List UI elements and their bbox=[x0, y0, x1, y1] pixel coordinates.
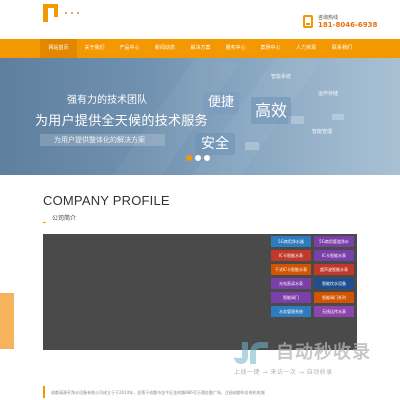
banner-line-2: 为用户提供全天候的技术服务 bbox=[35, 114, 208, 129]
product-tile[interactable]: IC卡智能水表 bbox=[314, 250, 354, 261]
watermark-tagline: 上线一键 → 来访一次 → 自动收录 bbox=[234, 369, 333, 376]
nav-item-news[interactable]: 新闻动态 bbox=[147, 39, 183, 58]
banner-word-efficient: 高效 bbox=[251, 97, 291, 124]
logo-dots bbox=[65, 12, 79, 14]
nav-item-contact[interactable]: 联系我们 bbox=[324, 39, 360, 58]
product-tile[interactable]: 智能阀门 bbox=[271, 292, 311, 303]
company-logo[interactable] bbox=[43, 4, 61, 24]
nav-item-home[interactable]: 网站首页 bbox=[40, 39, 77, 58]
product-tile[interactable]: 5G商用净水器 bbox=[271, 236, 311, 247]
banner-word-management: 智能管理 bbox=[312, 129, 333, 135]
logo-mark-right bbox=[54, 7, 58, 17]
banner-word-cloud: 运作存储 bbox=[318, 91, 339, 97]
product-tile[interactable]: 干式IC卡智能水表 bbox=[271, 264, 311, 275]
banner-tile bbox=[245, 142, 259, 150]
site-header: 咨询热线 181-8046-6938 bbox=[0, 0, 400, 39]
banner-word-convenient: 便捷 bbox=[203, 92, 239, 114]
product-tile[interactable]: 无线远传水表 bbox=[314, 306, 354, 317]
nav-item-about[interactable]: 关于我们 bbox=[77, 39, 112, 58]
nav-item-service[interactable]: 服务中心 bbox=[218, 39, 253, 58]
product-tile[interactable]: 5G商用管道净水 bbox=[314, 236, 354, 247]
nav-item-cases[interactable]: 案例中心 bbox=[253, 39, 288, 58]
main-nav: 网站首页 关于我们 产品中心 新闻动态 解决方案 服务中心 案例中心 人力资源 … bbox=[0, 39, 400, 58]
carousel-dot[interactable] bbox=[186, 155, 192, 161]
side-float-tab[interactable] bbox=[0, 293, 14, 349]
nav-item-solutions[interactable]: 解决方案 bbox=[183, 39, 218, 58]
product-tile[interactable]: 智能阀门系列 bbox=[314, 292, 354, 303]
product-tile[interactable]: 光电直读水表 bbox=[271, 278, 311, 289]
banner-line-1: 强有力的技术团队 bbox=[67, 95, 147, 106]
banner-line-3: 为用户提供整体化的解决方案 bbox=[54, 136, 145, 144]
product-tile[interactable]: 水务管理系统 bbox=[271, 306, 311, 317]
carousel-dot[interactable] bbox=[195, 155, 201, 161]
product-tile[interactable]: 智能饮水设备 bbox=[314, 278, 354, 289]
product-tile[interactable]: 超声波智能水表 bbox=[314, 264, 354, 275]
hotline: 咨询热线 181-8046-6938 bbox=[303, 14, 400, 34]
phone-icon bbox=[303, 15, 313, 28]
carousel-dots bbox=[186, 155, 210, 161]
section-subtitle: 公司简介 bbox=[52, 215, 77, 222]
watermark-logo-icon bbox=[231, 342, 273, 366]
section-accent-line bbox=[43, 222, 46, 223]
banner-tile bbox=[332, 114, 344, 120]
nav-item-hr[interactable]: 人力资源 bbox=[288, 39, 324, 58]
banner-word-secure: 安全 bbox=[195, 133, 235, 155]
nav-item-products[interactable]: 产品中心 bbox=[112, 39, 147, 58]
hotline-number[interactable]: 181-8046-6938 bbox=[318, 21, 377, 29]
section-title: COMPANY PROFILE bbox=[43, 193, 170, 208]
hotline-label: 咨询热线 bbox=[318, 15, 339, 21]
intro-accent-bar bbox=[43, 386, 45, 398]
company-intro-text: 成都清源开净水设备有限公司成立于于2014年，坐落于成都市金牛区金府路886号万… bbox=[51, 390, 265, 395]
banner-word-smart-system: 智能系统 bbox=[271, 74, 292, 80]
watermark-name: 自动秒收录 bbox=[276, 342, 371, 363]
product-tile[interactable]: IC卡智能水表 bbox=[271, 250, 311, 261]
carousel-dot[interactable] bbox=[204, 155, 210, 161]
